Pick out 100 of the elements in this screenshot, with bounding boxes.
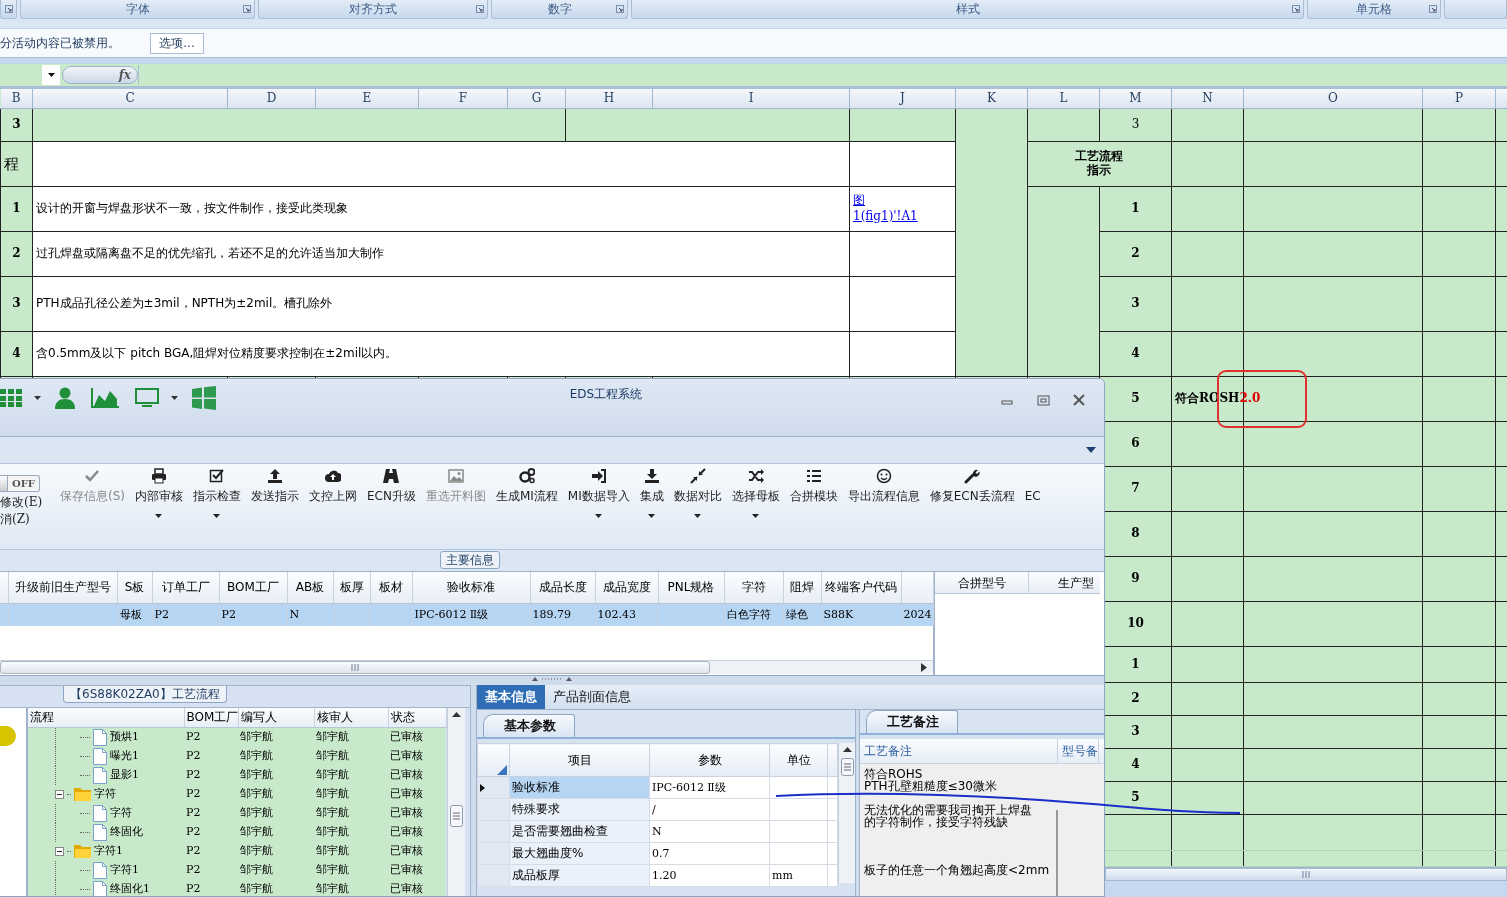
column-header[interactable]: B bbox=[0, 89, 33, 108]
tree-row[interactable]: 终固化 P2 邹宇航 邹宇航 已审核 bbox=[28, 822, 446, 842]
column-header[interactable]: L bbox=[1027, 89, 1100, 108]
toolbar-button[interactable]: 生成MI流程 bbox=[490, 464, 563, 549]
column-header[interactable]: 编写人 bbox=[238, 708, 314, 727]
table-cell[interactable]: 最大翘曲度% bbox=[509, 842, 650, 865]
horizontal-scrollbar[interactable] bbox=[0, 661, 710, 674]
sign-in-icon[interactable] bbox=[590, 468, 607, 484]
column-header[interactable]: S板 bbox=[117, 572, 152, 603]
road-icon[interactable] bbox=[383, 468, 400, 484]
person-icon[interactable] bbox=[55, 387, 75, 409]
insert-function-button[interactable]: fx bbox=[62, 66, 138, 84]
monitor-icon[interactable] bbox=[135, 388, 159, 408]
tab[interactable]: 基本信息 bbox=[477, 685, 545, 709]
column-header[interactable]: 字符 bbox=[724, 572, 783, 603]
column-header[interactable]: BOM工厂 bbox=[219, 572, 287, 603]
column-header[interactable]: 参数 bbox=[649, 743, 770, 777]
cloud-upload-icon[interactable] bbox=[325, 468, 341, 484]
column-header[interactable]: E bbox=[315, 89, 419, 108]
column-header[interactable]: 升级前旧生产型号 bbox=[8, 572, 117, 603]
table-cell[interactable]: 验收标准 bbox=[509, 776, 650, 799]
scroll-right-icon[interactable] bbox=[921, 663, 927, 672]
tree-row[interactable]: 字符1 P2 邹宇航 邹宇航 已审核 bbox=[28, 860, 446, 880]
column-header[interactable]: 验收标准 bbox=[412, 572, 530, 603]
column-header[interactable]: J bbox=[849, 89, 956, 108]
dialog-launcher-icon[interactable] bbox=[1292, 5, 1300, 13]
windows-icon[interactable] bbox=[192, 386, 216, 410]
dialog-launcher-icon[interactable] bbox=[5, 5, 13, 13]
tree-row[interactable]: 曝光1 P2 邹宇航 邹宇航 已审核 bbox=[28, 746, 446, 766]
dialog-launcher-icon[interactable] bbox=[243, 5, 251, 13]
toolbar-button[interactable]: MI数据导入 bbox=[562, 464, 635, 549]
toolbar-button[interactable]: 集成 bbox=[634, 464, 669, 549]
splitter-handle-icon[interactable] bbox=[532, 676, 572, 681]
upload-icon[interactable] bbox=[267, 468, 283, 484]
dialog-launcher-icon[interactable] bbox=[616, 5, 624, 13]
column-header[interactable]: 项目 bbox=[509, 743, 650, 777]
checkbox-icon[interactable] bbox=[209, 468, 225, 484]
toolbar-button[interactable]: 修复ECN丢流程 bbox=[924, 464, 1020, 549]
toolbar-button[interactable]: 文控上网 bbox=[304, 464, 362, 549]
column-header[interactable]: C bbox=[32, 89, 228, 108]
column-header[interactable]: BOM工厂 bbox=[184, 708, 238, 727]
menu-command[interactable]: 修改(E) bbox=[0, 495, 55, 510]
wrench-icon[interactable] bbox=[964, 468, 981, 484]
column-header[interactable]: D bbox=[227, 89, 316, 108]
column-header[interactable]: PNL规格 bbox=[658, 572, 724, 603]
column-header[interactable]: 订单工厂 bbox=[152, 572, 219, 603]
compress-icon[interactable] bbox=[689, 468, 706, 484]
expander-icon[interactable] bbox=[55, 846, 64, 856]
smiley-icon[interactable] bbox=[875, 468, 892, 484]
column-header[interactable]: I bbox=[652, 89, 850, 108]
column-header[interactable]: 合拼型号 bbox=[935, 572, 1029, 593]
tree-row[interactable]: 显影1 P2 邹宇航 邹宇航 已审核 bbox=[28, 765, 446, 785]
column-header[interactable]: AB板 bbox=[287, 572, 333, 603]
toolbar-button[interactable]: ECN升级 bbox=[362, 464, 421, 549]
column-header[interactable]: H bbox=[565, 89, 653, 108]
table-cell[interactable]: 是否需要翘曲检查 bbox=[509, 820, 650, 843]
tree-row[interactable]: 终固化1 P2 邹宇航 邹宇航 已审核 bbox=[28, 879, 446, 896]
column-header[interactable]: 成品宽度 bbox=[595, 572, 658, 603]
toolbar-button[interactable]: 导出流程信息 bbox=[842, 464, 925, 549]
scrollbar[interactable] bbox=[1056, 809, 1058, 896]
name-box-dropdown[interactable] bbox=[42, 65, 60, 85]
toolbar-button[interactable]: 合拼模块 bbox=[784, 464, 843, 549]
printer-icon[interactable] bbox=[151, 468, 167, 484]
column-header[interactable]: P bbox=[1422, 89, 1496, 108]
tree-row[interactable]: 字符1 P2 邹宇航 邹宇航 已审核 bbox=[28, 841, 446, 861]
tab[interactable]: 基本参数 bbox=[483, 714, 575, 737]
column-header[interactable]: N bbox=[1171, 89, 1244, 108]
table-cell[interactable]: 成品板厚 bbox=[509, 864, 650, 887]
scroll-thumb-icon[interactable] bbox=[449, 805, 463, 827]
column-header[interactable]: 成品长度 bbox=[530, 572, 595, 603]
scroll-up-icon[interactable] bbox=[842, 747, 852, 752]
column-header[interactable]: 单位 bbox=[769, 743, 828, 777]
tree-row[interactable]: 字符 P2 邹宇航 邹宇航 已审核 bbox=[28, 784, 446, 804]
column-header[interactable]: M bbox=[1099, 89, 1172, 108]
column-header[interactable]: 型号备 bbox=[1058, 738, 1099, 763]
toolbar-button[interactable]: 发送指示 bbox=[246, 464, 304, 549]
dropdown-arrow-icon[interactable] bbox=[1086, 447, 1096, 453]
column-header[interactable]: 板厚 bbox=[333, 572, 370, 603]
expander-icon[interactable] bbox=[55, 789, 64, 799]
dialog-launcher-icon[interactable] bbox=[476, 5, 484, 13]
toolbar-button[interactable]: 选择母板 bbox=[726, 464, 785, 549]
gears-icon[interactable] bbox=[518, 468, 535, 484]
toolbar-button[interactable]: EC bbox=[1019, 464, 1046, 549]
shuffle-icon[interactable] bbox=[747, 468, 764, 484]
column-header[interactable]: O bbox=[1243, 89, 1423, 108]
scroll-thumb-icon[interactable] bbox=[840, 758, 854, 776]
horizontal-scrollbar[interactable] bbox=[1105, 867, 1507, 881]
toolbar-button[interactable]: 指示检查 bbox=[188, 464, 246, 549]
tree-row[interactable]: 预烘1 P2 邹宇航 邹宇航 已审核 bbox=[28, 727, 446, 747]
chart-icon[interactable] bbox=[91, 388, 119, 408]
list-icon[interactable] bbox=[805, 468, 822, 484]
menu-command[interactable]: 消(Z) bbox=[0, 512, 55, 527]
download-icon[interactable] bbox=[643, 468, 660, 484]
toolbar-button[interactable]: 数据对比 bbox=[668, 464, 727, 549]
scroll-up-icon[interactable] bbox=[451, 712, 461, 717]
column-header[interactable]: 阻焊 bbox=[783, 572, 821, 603]
grid-icon[interactable] bbox=[0, 389, 22, 407]
toggle-switch[interactable]: OFF bbox=[0, 475, 40, 492]
toolbar-button[interactable]: 内部审核 bbox=[130, 464, 188, 549]
column-header[interactable]: G bbox=[507, 89, 566, 108]
